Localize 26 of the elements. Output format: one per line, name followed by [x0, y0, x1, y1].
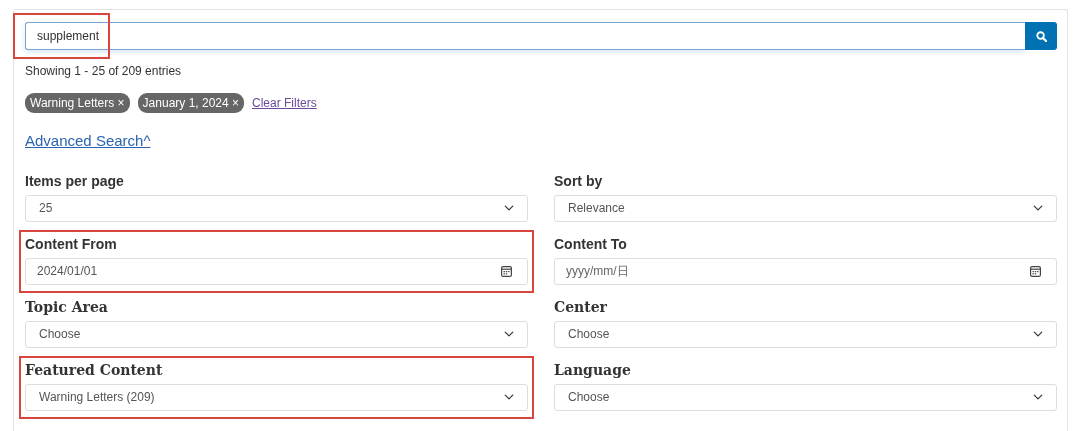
results-summary: Showing 1 - 25 of 209 entries: [25, 63, 183, 80]
filter-chip[interactable]: Warning Letters ×: [25, 93, 130, 113]
select-field[interactable]: Choose: [554, 383, 1057, 411]
field-label: Items per page: [25, 171, 125, 191]
field-label: Content From: [25, 234, 118, 254]
field-label: Featured Content: [25, 360, 164, 380]
date-field[interactable]: 2024/01/01: [25, 257, 528, 285]
field-label: Content To: [554, 234, 628, 254]
select-field[interactable]: Relevance: [554, 194, 1057, 222]
advanced-search-link[interactable]: Advanced Search^: [25, 130, 151, 153]
select-field[interactable]: Warning Letters (209): [25, 383, 528, 411]
calendar-icon[interactable]: [1030, 265, 1041, 277]
select-field[interactable]: 25: [25, 194, 528, 222]
search-field[interactable]: supplement: [25, 22, 1025, 50]
field-label: Topic Area: [25, 297, 109, 317]
search-icon: [1035, 30, 1047, 42]
field-label: Center: [554, 297, 608, 317]
date-field[interactable]: yyyy/mm/日: [554, 257, 1057, 285]
search-button[interactable]: [1025, 22, 1057, 50]
calendar-icon[interactable]: [501, 265, 512, 277]
clear-filters-link[interactable]: Clear Filters: [252, 94, 317, 112]
field-label: Language: [554, 360, 632, 380]
filter-chip[interactable]: January 1, 2024 ×: [137, 93, 244, 113]
select-field[interactable]: Choose: [554, 320, 1057, 348]
field-label: Sort by: [554, 171, 604, 191]
select-field[interactable]: Choose: [25, 320, 528, 348]
